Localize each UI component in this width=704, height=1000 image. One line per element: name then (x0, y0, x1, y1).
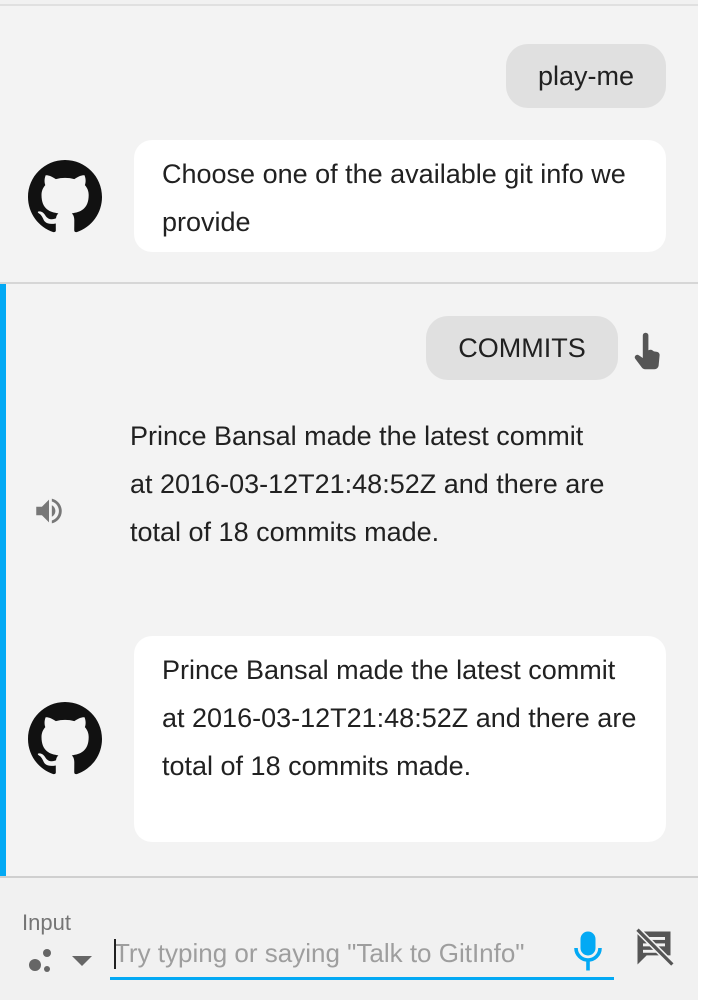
speaker-icon[interactable] (32, 494, 66, 528)
no-transcript-icon[interactable] (632, 926, 676, 970)
github-icon (28, 702, 102, 775)
tts-response-text: Prince Bansal made the latest commit at … (130, 421, 605, 547)
input-label: Input (22, 910, 71, 935)
user-query-chip[interactable]: play-me (506, 44, 666, 108)
query-input[interactable] (110, 930, 614, 980)
conversation-turn-1[interactable]: play-me Choose one of the available git … (0, 6, 698, 282)
active-turn-indicator (0, 284, 6, 876)
bot-response-bubble: Prince Bansal made the latest commit at … (134, 636, 666, 842)
window-edge (698, 0, 704, 1000)
user-query-chip[interactable]: COMMITS (426, 316, 618, 380)
assistant-dots-icon[interactable] (24, 942, 58, 976)
touch-icon (634, 332, 660, 370)
conversation-turn-2[interactable]: COMMITS Prince Bansal made the latest co… (0, 284, 698, 876)
mic-icon[interactable] (570, 928, 606, 974)
text-cursor (114, 939, 116, 969)
github-icon (28, 160, 102, 233)
bot-response-bubble: Choose one of the available git info we … (134, 140, 666, 252)
chevron-down-icon[interactable] (70, 950, 94, 970)
